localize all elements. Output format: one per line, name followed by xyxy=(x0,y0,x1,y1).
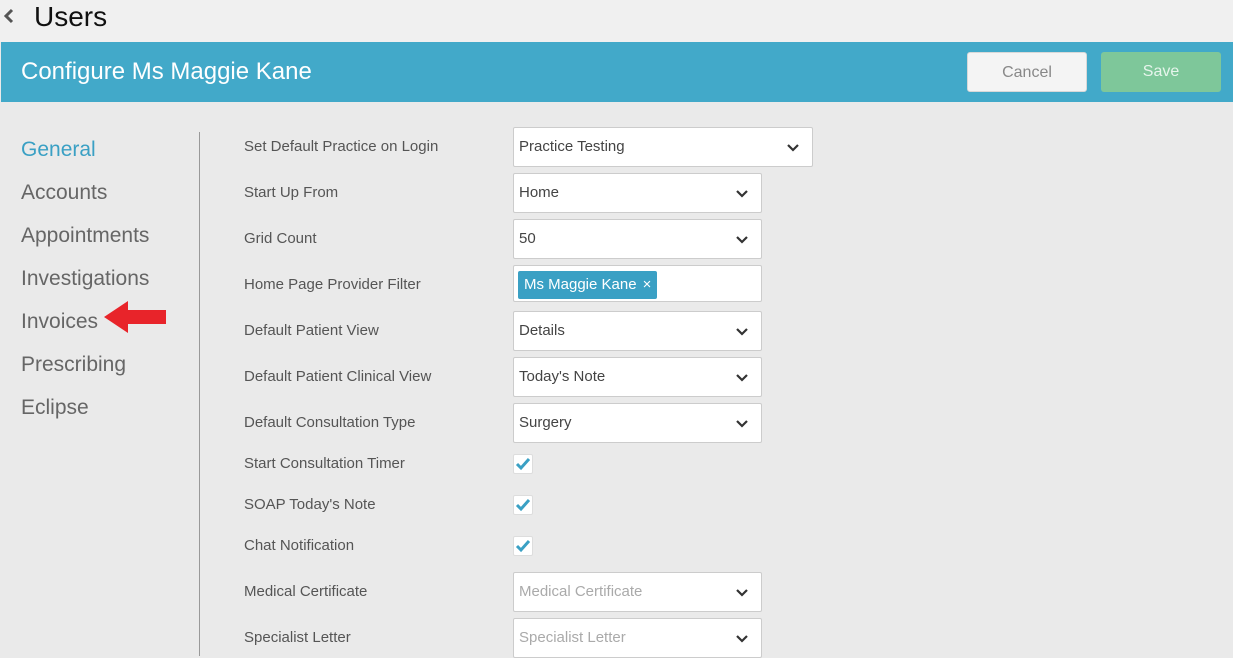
clinical-view-label: Default Patient Clinical View xyxy=(244,368,432,385)
sidebar-item-prescribing[interactable]: Prescribing xyxy=(21,343,149,386)
configure-header: Configure Ms Maggie Kane Cancel Save xyxy=(1,42,1233,102)
default-practice-label: Set Default Practice on Login xyxy=(244,138,439,155)
soap-note-label: SOAP Today's Note xyxy=(244,496,376,513)
provider-tag-label: Ms Maggie Kane xyxy=(524,276,637,293)
header-title: Configure Ms Maggie Kane xyxy=(21,58,312,85)
chevron-down-icon xyxy=(736,236,748,244)
sidebar-item-investigations[interactable]: Investigations xyxy=(21,257,149,300)
default-practice-value: Practice Testing xyxy=(519,138,625,155)
remove-tag-icon[interactable]: × xyxy=(643,271,652,299)
specialist-letter-label: Specialist Letter xyxy=(244,629,351,646)
chevron-down-icon xyxy=(736,374,748,382)
check-icon xyxy=(515,540,531,553)
clinical-view-select[interactable]: Today's Note xyxy=(513,357,762,397)
cancel-button[interactable]: Cancel xyxy=(967,52,1087,92)
save-button[interactable]: Save xyxy=(1101,52,1221,92)
sidebar-item-appointments[interactable]: Appointments xyxy=(21,214,149,257)
top-bar: Users xyxy=(0,0,1233,42)
page-title: Users xyxy=(34,1,108,32)
start-up-from-select[interactable]: Home xyxy=(513,173,762,213)
check-icon xyxy=(515,499,531,512)
grid-count-value: 50 xyxy=(519,230,536,247)
consultation-type-value: Surgery xyxy=(519,414,572,431)
medical-certificate-select[interactable]: Medical Certificate xyxy=(513,572,762,612)
consultation-type-select[interactable]: Surgery xyxy=(513,403,762,443)
default-practice-select[interactable]: Practice Testing xyxy=(513,127,813,167)
consultation-timer-label: Start Consultation Timer xyxy=(244,455,405,472)
chevron-down-icon xyxy=(787,144,799,152)
check-icon xyxy=(515,458,531,471)
clinical-view-value: Today's Note xyxy=(519,368,606,385)
sidebar-item-accounts[interactable]: Accounts xyxy=(21,171,149,214)
chevron-down-icon xyxy=(736,589,748,597)
settings-sidebar: General Accounts Appointments Investigat… xyxy=(21,128,149,429)
soap-note-checkbox[interactable] xyxy=(513,495,533,515)
red-arrow-icon xyxy=(104,301,166,333)
patient-view-select[interactable]: Details xyxy=(513,311,762,351)
chevron-down-icon xyxy=(736,190,748,198)
specialist-letter-select[interactable]: Specialist Letter xyxy=(513,618,762,658)
start-up-from-value: Home xyxy=(519,184,560,201)
provider-filter-multiselect[interactable]: Ms Maggie Kane × xyxy=(513,265,762,302)
chevron-down-icon xyxy=(736,420,748,428)
provider-tag: Ms Maggie Kane × xyxy=(518,271,658,299)
grid-count-label: Grid Count xyxy=(244,230,317,247)
chevron-down-icon xyxy=(736,635,748,643)
chat-notification-checkbox[interactable] xyxy=(513,536,533,556)
medical-certificate-label: Medical Certificate xyxy=(244,583,368,600)
provider-filter-label: Home Page Provider Filter xyxy=(244,276,421,293)
chevron-down-icon xyxy=(736,328,748,336)
sidebar-item-eclipse[interactable]: Eclipse xyxy=(21,386,149,429)
grid-count-select[interactable]: 50 xyxy=(513,219,762,259)
consultation-timer-checkbox[interactable] xyxy=(513,454,533,474)
patient-view-value: Details xyxy=(519,322,565,339)
consultation-type-label: Default Consultation Type xyxy=(244,414,416,431)
sidebar-divider xyxy=(199,132,200,656)
specialist-letter-placeholder: Specialist Letter xyxy=(519,629,626,646)
chat-notification-label: Chat Notification xyxy=(244,537,355,554)
sidebar-item-general[interactable]: General xyxy=(21,128,149,171)
medical-certificate-placeholder: Medical Certificate xyxy=(519,583,643,600)
patient-view-label: Default Patient View xyxy=(244,322,379,339)
chevron-left-icon[interactable] xyxy=(2,4,16,28)
start-up-from-label: Start Up From xyxy=(244,184,339,201)
